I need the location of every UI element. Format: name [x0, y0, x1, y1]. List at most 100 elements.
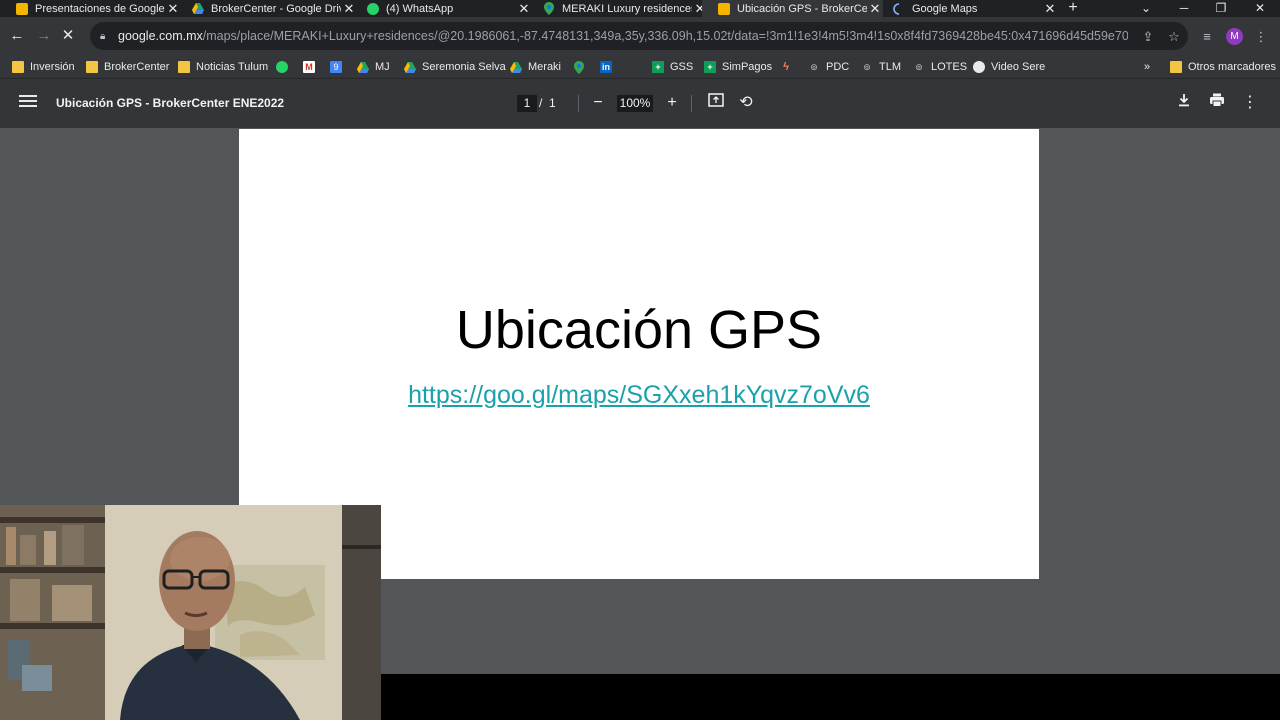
folder-icon	[12, 61, 24, 73]
gps-link[interactable]: https://goo.gl/maps/SGXxeh1kYqvz7oVv6	[239, 381, 1039, 410]
linkedin-icon: in	[600, 61, 612, 73]
bookmark-label: Meraki	[528, 61, 562, 73]
search-globe-icon: ⊚	[863, 62, 871, 72]
bookmark-label: PDC	[826, 61, 850, 73]
sheets-icon: +	[704, 61, 716, 73]
address-bar[interactable]: 🔒︎ google.com.mx/maps/place/MERAKI+Luxur…	[90, 22, 1188, 50]
bookmark-tlm[interactable]: ⊚ TLM	[861, 58, 901, 76]
loading-spinner-icon	[893, 2, 905, 15]
drive-icon	[357, 61, 369, 73]
url-path: /maps/place/MERAKI+Luxury+residences/@20…	[202, 29, 1128, 43]
minimize-button[interactable]: ─	[1166, 0, 1202, 17]
back-button[interactable]: ←	[7, 26, 27, 46]
bookmark-seremonia-selva[interactable]: Seremonia Selva	[404, 58, 506, 76]
hubspot-icon: ϟ	[783, 61, 789, 73]
bookmark-mj[interactable]: MJ	[357, 58, 390, 76]
folder-icon	[86, 61, 98, 73]
bookmark-simpagos[interactable]: + SimPagos	[704, 58, 772, 76]
slides-icon	[16, 2, 28, 15]
media-playlist-icon[interactable]: ≡	[1199, 29, 1215, 45]
calendar-icon: 9	[330, 61, 342, 73]
zoom-out-button[interactable]: −	[588, 93, 608, 113]
whatsapp-icon	[367, 2, 379, 15]
toolbar-divider	[578, 95, 579, 112]
bookmark-label: SimPagos	[722, 61, 773, 73]
tab-title: BrokerCenter - Google Drive	[211, 2, 341, 15]
tab-ubicacion-gps[interactable]: Ubicación GPS - BrokerCenter ✕	[702, 0, 883, 17]
bookmark-label: Inversión	[30, 61, 75, 73]
maps-pin-icon	[543, 2, 555, 15]
bookmark-inversion[interactable]: Inversión	[12, 58, 75, 76]
bookmark-lotes[interactable]: ⊚ LOTES	[913, 58, 967, 76]
fit-to-page-icon[interactable]	[706, 93, 726, 113]
bookmark-gss[interactable]: + GSS	[652, 58, 693, 76]
forward-button[interactable]: →	[34, 26, 54, 46]
bookmark-noticias-tulum[interactable]: Noticias Tulum	[178, 58, 268, 76]
bookmarks-bar: Inversión BrokerCenter Noticias Tulum M …	[0, 55, 1280, 79]
bookmark-label: BrokerCenter	[104, 61, 170, 73]
new-tab-button[interactable]: +	[1064, 0, 1082, 17]
bookmark-whatsapp[interactable]	[276, 58, 294, 76]
bookmark-label: Video Sere	[991, 61, 1046, 73]
bookmark-brokercenter[interactable]: BrokerCenter	[86, 58, 169, 76]
more-options-icon[interactable]: ⋮	[1240, 93, 1260, 113]
hamburger-menu-icon[interactable]	[19, 95, 37, 111]
total-pages: 1	[549, 96, 556, 110]
bookmarks-overflow-button[interactable]: »	[1144, 58, 1150, 76]
tab-title: (4) WhatsApp	[386, 2, 454, 15]
folder-icon	[1170, 61, 1182, 73]
url-host: google.com.mx	[118, 29, 203, 43]
bookmark-label: TLM	[879, 61, 901, 73]
rotate-icon[interactable]: ⟲	[736, 93, 756, 113]
search-globe-icon: ⊚	[810, 62, 818, 72]
lock-icon[interactable]: 🔒︎	[100, 31, 114, 42]
bookmark-maps[interactable]	[573, 58, 591, 76]
search-globe-icon: ⊚	[915, 62, 923, 72]
share-icon[interactable]: ⇪	[1140, 29, 1156, 45]
bookmark-label: Seremonia Selva	[422, 61, 506, 73]
bookmark-label: Noticias Tulum	[196, 61, 269, 73]
print-icon[interactable]	[1207, 93, 1227, 113]
tab-brokercenter-drive[interactable]: BrokerCenter - Google Drive ✕	[176, 0, 357, 17]
bookmark-video-sere[interactable]: Video Sere	[973, 58, 1045, 76]
bookmark-pdc[interactable]: ⊚ PDC	[808, 58, 849, 76]
drive-icon	[404, 61, 416, 73]
gmail-icon: M	[303, 61, 315, 73]
bookmark-meraki[interactable]: Meraki	[510, 58, 561, 76]
page-number-input[interactable]: 1	[517, 95, 537, 112]
webcam-overlay	[0, 505, 381, 720]
bookmark-label: GSS	[670, 61, 694, 73]
bookmark-calendar[interactable]: 9	[330, 58, 348, 76]
pdf-toolbar: Ubicación GPS - BrokerCenter ENE2022 1 /…	[0, 79, 1280, 128]
kebab-menu-icon[interactable]: ⋮	[1253, 29, 1269, 45]
bookmark-label: MJ	[375, 61, 390, 73]
tab-meraki-maps[interactable]: MERAKI Luxury residences ✕	[527, 0, 708, 17]
download-icon[interactable]	[1174, 93, 1194, 113]
bookmark-gmail[interactable]: M	[303, 58, 321, 76]
tab-title: Google Maps	[912, 2, 978, 15]
avatar[interactable]: M	[1226, 28, 1243, 45]
overflow-chevron-icon: »	[1144, 61, 1151, 73]
other-bookmarks-folder[interactable]: Otros marcadores	[1170, 58, 1276, 76]
bookmark-hubspot[interactable]: ϟ	[780, 58, 798, 76]
browser-toolbar: ← → ✕ 🔒︎ google.com.mx/maps/place/MERAKI…	[0, 17, 1280, 55]
stop-loading-button[interactable]: ✕	[58, 26, 78, 46]
bookmark-star-icon[interactable]: ☆	[1166, 29, 1182, 45]
slide-heading: Ubicación GPS	[455, 300, 823, 360]
page-separator: /	[539, 96, 543, 110]
zoom-in-button[interactable]: +	[662, 93, 682, 113]
close-icon[interactable]: ✕	[1042, 1, 1058, 17]
tab-presentaciones[interactable]: Presentaciones de Google ✕	[0, 0, 181, 17]
restore-button[interactable]: ❐	[1203, 0, 1239, 17]
zoom-input[interactable]: 100%	[617, 95, 653, 112]
slides-icon	[718, 2, 730, 15]
document-title: Ubicación GPS - BrokerCenter ENE2022	[56, 96, 285, 110]
tab-whatsapp[interactable]: (4) WhatsApp ✕	[351, 0, 532, 17]
webcam-presenter-image	[0, 505, 381, 720]
tab-search-chevron-icon[interactable]: ⌄	[1128, 0, 1164, 17]
tab-google-maps[interactable]: Google Maps ✕	[877, 0, 1058, 17]
window-close-button[interactable]: ✕	[1242, 0, 1278, 17]
tab-title: Ubicación GPS - BrokerCenter	[737, 2, 867, 15]
bookmark-linkedin[interactable]: in	[600, 58, 618, 76]
url-text[interactable]: google.com.mx/maps/place/MERAKI+Luxury+r…	[118, 29, 1128, 43]
